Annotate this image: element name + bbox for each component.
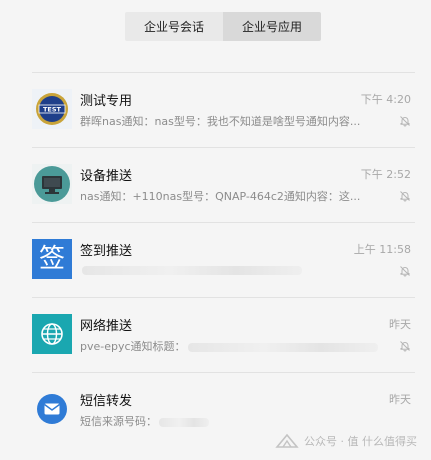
preview-text: 短信来源号码： [80,415,157,428]
watermark-text: 公众号 · 值 什么值得买 [304,435,417,448]
mute-bell-icon [400,341,410,352]
conversation-time: 昨天 [389,318,411,331]
tab-switcher: 企业号会话 企业号应用 [125,12,321,41]
mute-bell-icon [400,191,410,202]
preview-text: nas通知：+110nas型号：QNAP-464c2通知内容：这... [80,190,361,203]
conversation-time: 上午 11:58 [353,243,411,256]
conversation-time: 下午 4:20 [360,93,411,106]
conversation-title: 测试专用 [80,94,133,109]
smzdm-logo-icon [275,433,299,448]
sign-in-icon: 签 [32,239,72,279]
test-badge-icon: TEST [32,89,72,129]
conversation-list: TEST 测试专用 下午 4:20 群晖nas通知：nas型号：我也不知道是啥型… [0,72,431,447]
blurred-preview [187,342,378,352]
conversation-preview [80,263,380,276]
conversation-title: 设备推送 [80,169,133,184]
preview-text: pve-epyc通知标题： [80,340,186,353]
conversation-title: 短信转发 [80,394,133,409]
conversation-item-test[interactable]: TEST 测试专用 下午 4:20 群晖nas通知：nas型号：我也不知道是啥型… [0,72,431,147]
blurred-preview [82,265,302,275]
conversation-time: 下午 2:52 [360,168,411,181]
blurred-preview [159,417,209,427]
message-icon [32,389,72,429]
conversation-item-network-push[interactable]: 网络推送 昨天 pve-epyc通知标题： [0,297,431,372]
globe-icon [32,314,72,354]
conversation-title: 网络推送 [80,319,133,334]
conversation-item-device-push[interactable]: 设备推送 下午 2:52 nas通知：+110nas型号：QNAP-464c2通… [0,147,431,222]
conversation-preview: 短信来源号码： [80,413,280,429]
watermark: 公众号 · 值 什么值得买 [274,432,417,450]
conversation-preview: pve-epyc通知标题： [80,338,380,354]
preview-text: 群晖nas通知：nas型号：我也不知道是啥型号通知内容... [80,115,361,128]
mute-bell-icon [400,116,410,127]
conversation-time: 昨天 [389,393,411,406]
tab-enterprise-sessions[interactable]: 企业号会话 [125,12,223,41]
tab-enterprise-apps[interactable]: 企业号应用 [223,12,321,41]
computer-icon [32,164,72,204]
conversation-title: 签到推送 [80,244,133,259]
conversation-preview: 群晖nas通知：nas型号：我也不知道是啥型号通知内容... [80,113,380,129]
mute-bell-icon [400,266,410,277]
sign-in-glyph: 签 [38,244,65,274]
test-badge-text: TEST [43,106,62,114]
conversation-item-sign-in-push[interactable]: 签 签到推送 上午 11:58 [0,222,431,297]
conversation-preview: nas通知：+110nas型号：QNAP-464c2通知内容：这... [80,188,380,204]
